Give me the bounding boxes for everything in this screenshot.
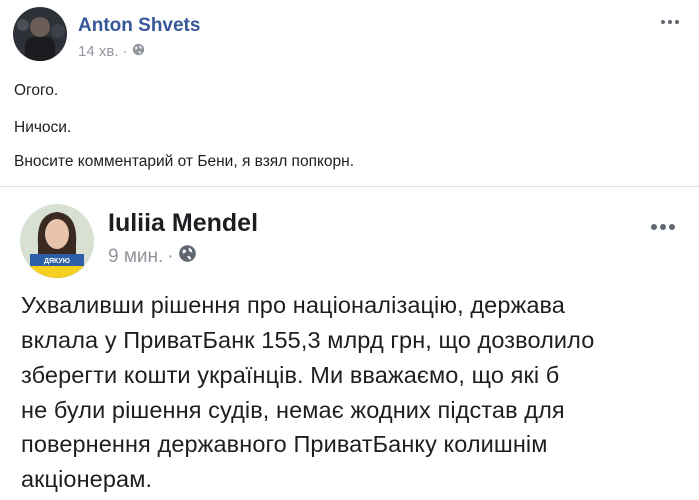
outer-post: Anton Shvets 14 хв. · Огого. Ничоси. Вно… — [0, 0, 699, 186]
shared-author-name[interactable]: Iuliia Mendel — [108, 209, 258, 238]
more-options-icon[interactable] — [661, 20, 679, 24]
post-text-line: Огого. — [14, 82, 59, 99]
author-avatar[interactable] — [13, 7, 67, 61]
shared-post-text-line: акціонерам. — [21, 466, 153, 492]
author-name[interactable]: Anton Shvets — [78, 15, 200, 37]
shared-post-text-line: Ухваливши рішення про націоналізацію, де… — [21, 292, 565, 318]
shared-post-meta: 9 мин. · — [108, 244, 197, 269]
shared-post-text-line: не були рішення судів, немає жодних підс… — [21, 397, 565, 423]
shared-post-text-line: повернення державного ПриватБанку колишн… — [21, 431, 548, 457]
meta-separator: · — [167, 245, 174, 267]
meta-separator: · — [122, 43, 128, 60]
post-meta: 14 хв. · — [78, 43, 145, 60]
post-text-line: Вносите комментарий от Бени, я взял попк… — [14, 153, 355, 170]
shared-author-avatar[interactable]: ДЯКУЮ — [20, 204, 94, 278]
avatar-photo-image: ДЯКУЮ — [20, 204, 94, 278]
globe-icon[interactable] — [178, 244, 197, 269]
shared-post-timestamp[interactable]: 9 мин. — [108, 246, 163, 268]
more-options-icon[interactable] — [651, 224, 675, 230]
globe-icon[interactable] — [132, 43, 145, 60]
shared-post-text-line: вклала у ПриватБанк 155,3 млрд грн, що д… — [21, 327, 595, 353]
shared-post-text-line: зберегти кошти українців. Ми вважаємо, щ… — [21, 362, 560, 388]
avatar-badge-text: ДЯКУЮ — [44, 258, 70, 265]
avatar-photo-image — [13, 7, 67, 61]
post-timestamp[interactable]: 14 хв. — [78, 43, 119, 60]
shared-post: ДЯКУЮ Iuliia Mendel 9 мин. · Ухваливши р… — [0, 187, 699, 500]
post-text-line: Ничоси. — [14, 119, 72, 136]
